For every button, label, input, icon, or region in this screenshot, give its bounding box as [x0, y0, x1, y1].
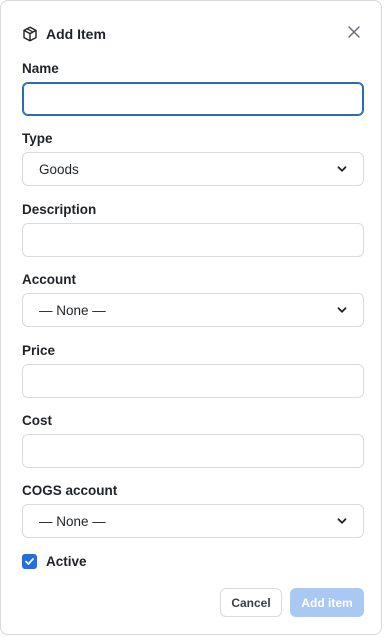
type-select[interactable]: Goods — [22, 152, 364, 186]
description-label: Description — [22, 202, 97, 217]
cogs-account-select-value: — None — — [39, 513, 106, 529]
active-label: Active — [46, 553, 87, 569]
cancel-button[interactable]: Cancel — [220, 588, 282, 617]
dialog-header: Add Item — [22, 24, 106, 44]
box-icon — [23, 26, 37, 42]
price-input[interactable] — [22, 364, 364, 398]
chevron-down-icon — [337, 518, 347, 524]
chevron-down-icon — [337, 166, 347, 172]
price-label: Price — [22, 343, 56, 358]
description-input[interactable] — [22, 223, 364, 257]
account-label: Account — [22, 272, 76, 287]
name-label: Name — [22, 61, 59, 76]
type-label: Type — [22, 131, 53, 146]
type-select-value: Goods — [39, 161, 79, 177]
cost-label: Cost — [22, 413, 52, 428]
account-select-value: — None — — [39, 302, 106, 318]
cost-input[interactable] — [22, 434, 364, 468]
add-item-dialog: Add Item Name Type Goods Description Acc… — [0, 0, 382, 635]
account-select[interactable]: — None — — [22, 293, 364, 327]
dialog-title: Add Item — [46, 26, 106, 42]
add-item-button[interactable]: Add item — [290, 588, 364, 617]
close-icon[interactable] — [347, 25, 361, 39]
name-input[interactable] — [22, 82, 364, 116]
cogs-account-select[interactable]: — None — — [22, 504, 364, 538]
checkmark-icon — [25, 557, 34, 565]
cogs-account-label: COGS account — [22, 483, 118, 498]
active-checkbox[interactable] — [22, 553, 37, 569]
active-row: Active — [22, 553, 87, 569]
chevron-down-icon — [337, 307, 347, 313]
